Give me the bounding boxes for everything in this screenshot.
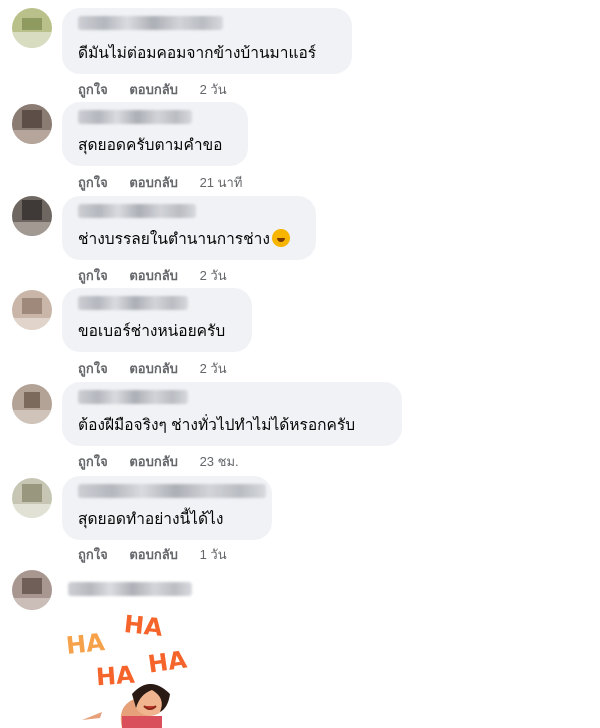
comment-text: ช่างบรรลยในตำนานการช่าง bbox=[78, 229, 290, 250]
like-button[interactable]: ถูกใจ bbox=[78, 544, 108, 565]
reply-button[interactable]: ตอบกลับ bbox=[129, 172, 178, 193]
comment-bubble: สุดยอดทำอย่างนี้ได้ไง bbox=[62, 476, 272, 540]
like-button[interactable]: ถูกใจ bbox=[78, 265, 108, 286]
laughing-woman-sticker-icon bbox=[82, 684, 170, 728]
comment-actions: ถูกใจ ตอบกลับ 21 นาที bbox=[78, 172, 242, 193]
comment-text: ดีมันไม่ต่อมคอมจากข้างบ้านมาแอร์ bbox=[78, 45, 317, 62]
comment-time[interactable]: 1 วัน bbox=[200, 544, 227, 565]
comment-bubble: สุดยอดครับตามคำขอ bbox=[62, 102, 248, 166]
reply-button[interactable]: ตอบกลับ bbox=[129, 451, 178, 472]
haha-sticker[interactable]: HA HA HA HA bbox=[62, 608, 212, 728]
comment-actions: ถูกใจ ตอบกลับ 23 ชม. bbox=[78, 451, 239, 472]
reply-button[interactable]: ตอบกลับ bbox=[129, 79, 178, 100]
reply-button[interactable]: ตอบกลับ bbox=[129, 358, 178, 379]
comment-bubble: ต้องฝีมือจริงๆ ช่างทั่วไปทำไม่ได้หรอกครั… bbox=[62, 382, 402, 446]
commenter-name[interactable] bbox=[78, 484, 266, 498]
comment-actions: ถูกใจ ตอบกลับ 2 วัน bbox=[78, 265, 227, 286]
rofl-emoji-icon bbox=[271, 229, 290, 247]
comment-text: สุดยอดทำอย่างนี้ได้ไง bbox=[78, 511, 224, 528]
comment-bubble: ช่างบรรลยในตำนานการช่าง bbox=[62, 196, 316, 260]
avatar[interactable] bbox=[12, 8, 52, 48]
commenter-name[interactable] bbox=[68, 582, 192, 596]
like-button[interactable]: ถูกใจ bbox=[78, 451, 108, 472]
comment-actions: ถูกใจ ตอบกลับ 2 วัน bbox=[78, 358, 227, 379]
avatar[interactable] bbox=[12, 290, 52, 330]
commenter-name[interactable] bbox=[78, 296, 188, 310]
avatar[interactable] bbox=[12, 570, 52, 610]
comment-text: ต้องฝีมือจริงๆ ช่างทั่วไปทำไม่ได้หรอกครั… bbox=[78, 417, 356, 434]
commenter-name[interactable] bbox=[78, 390, 188, 404]
comment-time[interactable]: 2 วัน bbox=[200, 79, 227, 100]
like-button[interactable]: ถูกใจ bbox=[78, 172, 108, 193]
comment-time[interactable]: 2 วัน bbox=[200, 358, 227, 379]
reply-button[interactable]: ตอบกลับ bbox=[129, 265, 178, 286]
comment-time[interactable]: 2 วัน bbox=[200, 265, 227, 286]
avatar[interactable] bbox=[12, 478, 52, 518]
comment-bubble: ขอเบอร์ช่างหน่อยครับ bbox=[62, 288, 252, 352]
avatar[interactable] bbox=[12, 196, 52, 236]
reply-button[interactable]: ตอบกลับ bbox=[129, 544, 178, 565]
comment-actions: ถูกใจ ตอบกลับ 1 วัน bbox=[78, 544, 227, 565]
comment-text: ขอเบอร์ช่างหน่อยครับ bbox=[78, 323, 226, 340]
comment-time[interactable]: 21 นาที bbox=[200, 172, 243, 193]
comment-actions: ถูกใจ ตอบกลับ 2 วัน bbox=[78, 79, 227, 100]
comment-bubble: ดีมันไม่ต่อมคอมจากข้างบ้านมาแอร์ bbox=[62, 8, 352, 74]
avatar[interactable] bbox=[12, 104, 52, 144]
commenter-name[interactable] bbox=[78, 16, 223, 30]
commenter-name[interactable] bbox=[78, 110, 192, 124]
avatar[interactable] bbox=[12, 384, 52, 424]
comment-text: สุดยอดครับตามคำขอ bbox=[78, 137, 223, 154]
commenter-name[interactable] bbox=[78, 204, 196, 218]
comment-time[interactable]: 23 ชม. bbox=[200, 451, 239, 472]
like-button[interactable]: ถูกใจ bbox=[78, 79, 108, 100]
like-button[interactable]: ถูกใจ bbox=[78, 358, 108, 379]
